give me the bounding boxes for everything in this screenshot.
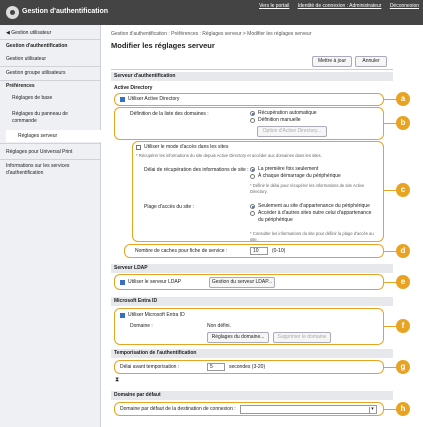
callout-box-h — [114, 402, 384, 416]
callout-box-b — [114, 107, 384, 140]
collapse-icon[interactable]: ⧗ — [115, 377, 119, 384]
login-identity: Identité de connexion : Administrateur — [297, 3, 382, 9]
callout-badge-f: f — [396, 319, 410, 333]
gear-icon — [6, 6, 19, 19]
sidebar-item-basic[interactable]: Réglages de base — [12, 95, 52, 102]
page-title: Modifier les réglages serveur — [111, 41, 215, 50]
breadcrumb: Gestion d'authentification : Préférences… — [111, 31, 312, 37]
callout-box-f — [114, 308, 384, 345]
ad-title: Active Directory — [114, 85, 153, 91]
main-content: Gestion d'authentification : Préférences… — [101, 25, 423, 427]
callout-box-a — [114, 93, 384, 106]
callout-box-d — [124, 244, 384, 258]
callout-badge-a: a — [396, 92, 410, 106]
callout-badge-c: c — [396, 183, 410, 197]
sidebar: ◀ Gestion utilisateur Gestion d'authenti… — [0, 25, 101, 427]
back-link[interactable]: ◀ Gestion utilisateur — [6, 30, 51, 37]
top-bar: Gestion d'authentification Vers le porta… — [0, 0, 423, 25]
default-domain-header: Domaine par défaut — [111, 391, 393, 400]
sidebar-section-auth: Gestion d'authentification — [6, 43, 68, 49]
update-button[interactable]: Mettre à jour — [312, 56, 352, 67]
sidebar-item-universal-print[interactable]: Réglages pour Universal Print — [6, 149, 72, 156]
callout-badge-g: g — [396, 360, 410, 374]
portal-link[interactable]: Vers le portail — [259, 3, 289, 9]
app-title: Gestion d'authentification — [22, 8, 109, 15]
callout-box-e — [114, 274, 384, 290]
callout-badge-d: d — [396, 244, 410, 258]
callout-box-c — [132, 141, 384, 242]
sidebar-item-auth-info[interactable]: Informations sur les services d'authenti… — [6, 163, 96, 177]
cancel-button[interactable]: Annuler — [355, 56, 387, 67]
sidebar-item-group-mgmt[interactable]: Gestion groupe utilisateurs — [6, 70, 65, 77]
entra-header: Microsoft Entra ID — [111, 297, 393, 306]
sidebar-section-prefs: Préférences — [6, 83, 35, 89]
sidebar-item-panel[interactable]: Réglages du panneau de commande — [12, 111, 92, 125]
logout-link[interactable]: Déconnexion — [390, 3, 419, 9]
auth-server-header: Serveur d'authentification — [111, 72, 393, 81]
top-links: Vers le portail Identité de connexion : … — [252, 3, 419, 9]
callout-badge-e: e — [396, 275, 410, 289]
sidebar-item-server[interactable]: Réglages serveur — [6, 130, 101, 142]
callout-badge-b: b — [396, 116, 410, 130]
ldap-header: Serveur LDAP — [111, 264, 393, 273]
callout-box-g — [114, 360, 384, 374]
timing-header: Temporisation de l'authentification — [111, 349, 393, 358]
callout-badge-h: h — [396, 402, 410, 416]
sidebar-item-user-mgmt[interactable]: Gestion utilisateur — [6, 56, 46, 63]
